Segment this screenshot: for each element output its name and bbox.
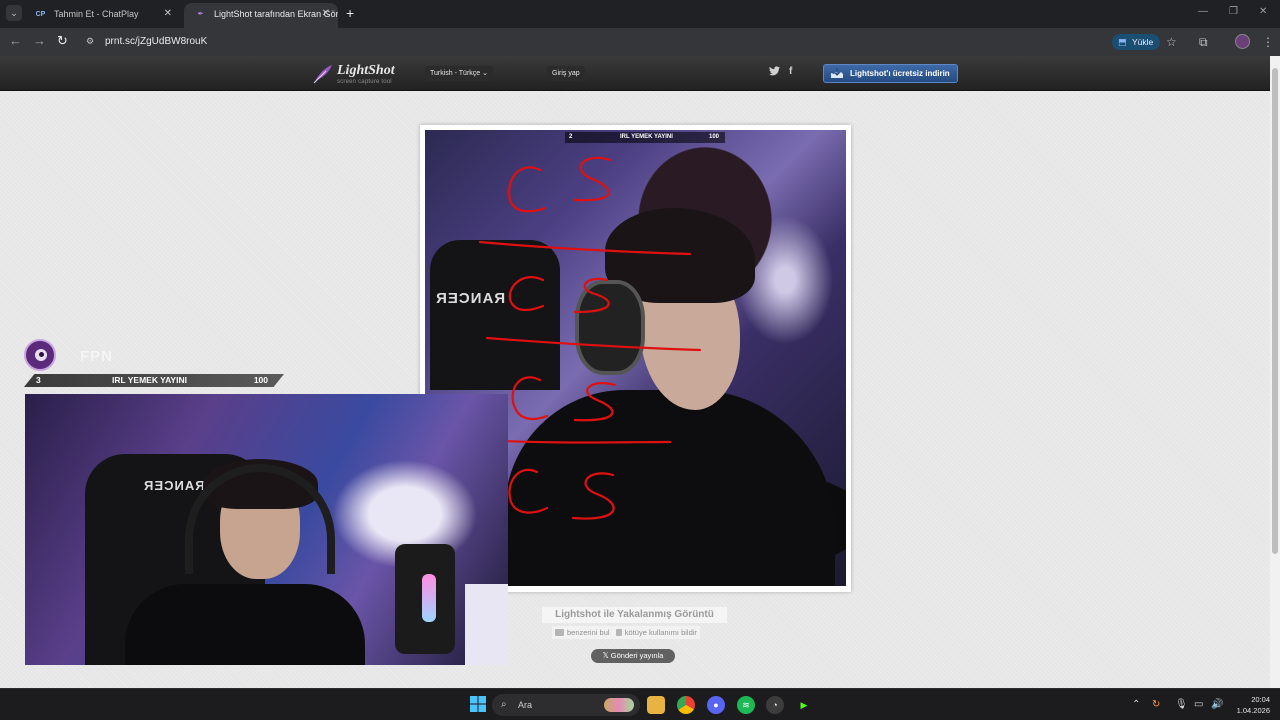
language-select[interactable]: Turkish - Türkçe ⌄ — [425, 66, 494, 81]
report-abuse-link[interactable]: kötüye kullanımı bildir — [625, 628, 697, 637]
person-body — [125, 584, 365, 665]
image-icon — [555, 629, 564, 636]
back-icon[interactable]: ← — [9, 34, 22, 48]
chair-brand-text: RANCER — [143, 478, 205, 493]
restore-icon[interactable]: ❐ — [1229, 6, 1238, 17]
feather-logo-icon — [313, 65, 332, 84]
lightshot-logo[interactable]: LightShot screen capture tool — [312, 61, 402, 87]
search-icon: ⌕ — [501, 699, 507, 710]
find-similar-link[interactable]: benzerini bul — [567, 628, 610, 637]
profile-avatar[interactable] — [1235, 34, 1250, 49]
owl-avatar — [24, 339, 56, 371]
twitter-icon[interactable] — [769, 66, 780, 79]
tab-chatplay[interactable]: CP Tahmin Et - ChatPlay ✕ — [24, 3, 180, 28]
tab-lightshot[interactable]: ✒ LightShot tarafından Ekran Görü ✕ — [184, 3, 338, 28]
chatplay-favicon-icon: CP — [35, 11, 46, 18]
microphone-icon[interactable]: 🎙 — [1175, 698, 1188, 712]
wall-panel — [465, 584, 508, 665]
tab-strip: ⌄ CP Tahmin Et - ChatPlay ✕ ✒ LightShot … — [0, 0, 1280, 28]
browser-toolbar: ← → ↻ ⚙ prnt.sc/jZgUdBW8rouK ⬒ Yükle ☆ ⧉… — [0, 28, 1280, 56]
trash-icon — [615, 629, 622, 636]
logo-name: LightShot — [337, 63, 395, 78]
close-tab-icon[interactable]: ✕ — [322, 3, 330, 25]
image-caption-title: Lightshot ile Yakalanmış Görüntü — [542, 607, 727, 623]
site-settings-icon[interactable]: ⚙ — [86, 36, 98, 48]
lightshot-header: LightShot screen capture tool Turkish - … — [0, 56, 1270, 91]
extensions-icon[interactable]: ⧉ — [1199, 35, 1208, 49]
feather-icon: ✒ — [197, 11, 204, 18]
page-content: LightShot screen capture tool Turkish - … — [0, 56, 1270, 688]
tab-title: Tahmin Et - ChatPlay — [54, 9, 139, 19]
page-scrollbar[interactable] — [1270, 56, 1280, 688]
chevron-down-icon: ⌄ — [482, 70, 489, 77]
install-app-button[interactable]: ⬒ Yükle — [1112, 34, 1161, 50]
scrollbar-thumb[interactable] — [1272, 68, 1278, 554]
file-explorer-icon[interactable] — [647, 696, 665, 714]
address-bar[interactable]: prnt.sc/jZgUdBW8rouK — [105, 36, 207, 47]
webcam-overlay: RANCER — [25, 394, 508, 665]
volume-icon[interactable]: 🔊 — [1211, 698, 1223, 712]
windows-taskbar: ⌕ Ara ● ≋ ◔ ▶ ⌃ ↻ 🎙 ▭ 🔊 20:04 1.04.2026 — [0, 688, 1280, 720]
chrome-icon[interactable] — [677, 696, 695, 714]
bookmark-star-icon[interactable]: ☆ — [1166, 35, 1177, 49]
taskbar-search[interactable]: ⌕ Ara — [492, 694, 640, 716]
minimize-icon[interactable]: — — [1198, 6, 1208, 17]
close-window-icon[interactable]: ✕ — [1259, 6, 1267, 17]
new-tab-button[interactable]: + — [346, 5, 354, 21]
reload-icon[interactable]: ↻ — [57, 34, 68, 48]
tab-title: LightShot tarafından Ekran Görü — [214, 9, 338, 19]
facebook-icon[interactable]: f — [789, 66, 792, 77]
mic-light — [422, 574, 436, 622]
kick-icon[interactable]: ▶ — [795, 696, 813, 714]
forward-icon[interactable]: → — [33, 34, 46, 48]
post-to-x-button[interactable]: 𝕏 Gönderi yayınla — [591, 649, 675, 663]
overlay-faded-text: FPN — [80, 348, 113, 365]
login-link[interactable]: Giriş yap — [547, 66, 585, 81]
image-links: benzerini bul kötüye kullanımı bildir — [552, 626, 700, 639]
tab-search-chevron-icon[interactable]: ⌄ — [6, 5, 22, 21]
windows-start-icon[interactable] — [469, 696, 487, 714]
close-tab-icon[interactable]: ✕ — [164, 3, 172, 25]
menu-dots-icon[interactable]: ⋮ — [1262, 35, 1274, 49]
system-clock[interactable]: 20:04 1.04.2026 — [1230, 694, 1270, 716]
logo-subtitle: screen capture tool — [337, 79, 392, 85]
discord-icon[interactable]: ● — [707, 696, 725, 714]
sync-icon[interactable]: ↻ — [1152, 698, 1160, 712]
download-cloud-icon — [831, 68, 843, 78]
app-icon[interactable]: ◔ — [766, 696, 784, 714]
stream-title-bar: 3 IRL YEMEK YAYINI 100 — [24, 374, 284, 387]
show-hidden-icons-chevron-icon[interactable]: ⌃ — [1132, 698, 1140, 712]
search-highlight-image — [604, 698, 634, 712]
clock-time: 20:04 — [1251, 695, 1270, 704]
clock-date: 1.04.2026 — [1236, 706, 1270, 715]
spotify-icon[interactable]: ≋ — [737, 696, 755, 714]
network-icon[interactable]: ▭ — [1194, 698, 1203, 712]
install-icon: ⬒ — [1118, 37, 1127, 47]
download-lightshot-button[interactable]: Lightshot'ı ücretsiz indirin — [823, 64, 958, 83]
